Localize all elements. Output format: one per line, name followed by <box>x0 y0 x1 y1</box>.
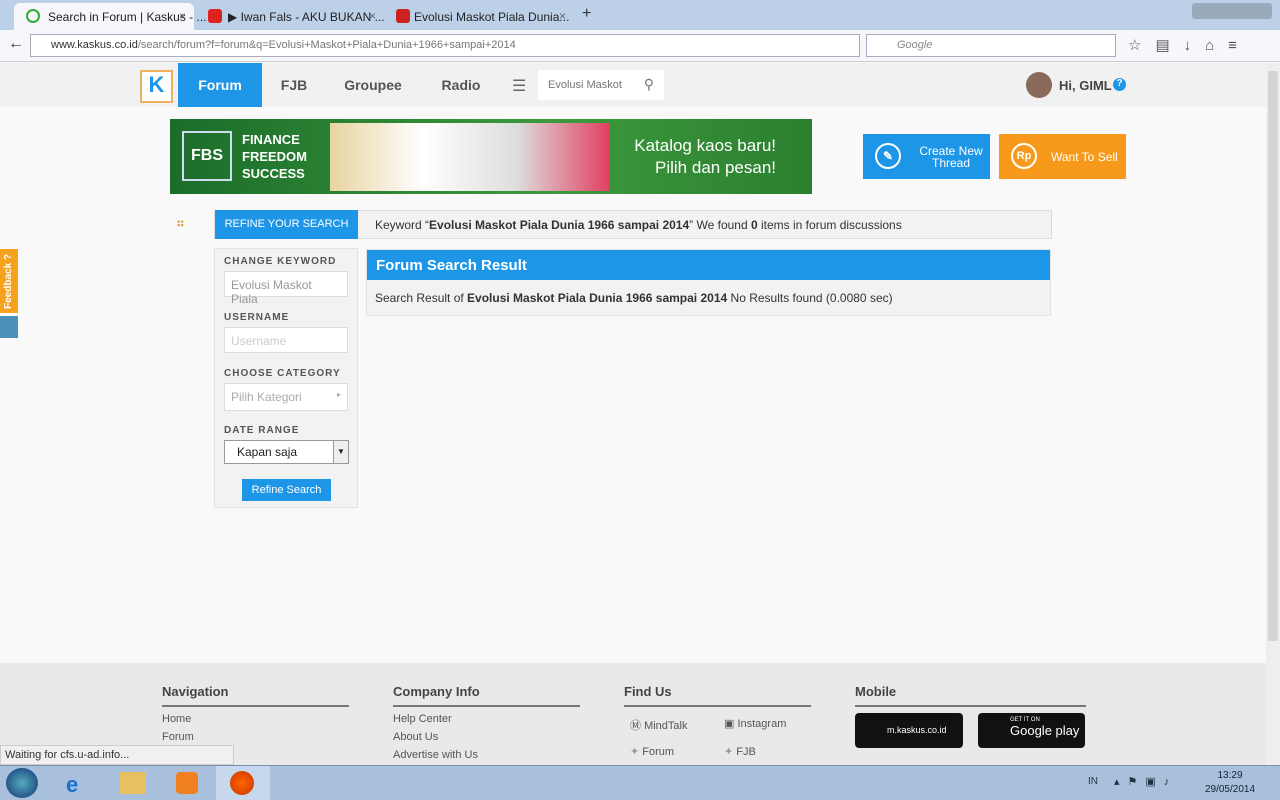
mindtalk-link[interactable]: Ⓜ MindTalk <box>630 717 687 733</box>
nav-fjb[interactable]: FJB <box>272 63 316 107</box>
close-tab-icon[interactable]: × <box>179 9 186 23</box>
page-scrollbar[interactable] <box>1266 63 1280 765</box>
footer-link-advertise[interactable]: Advertise with Us <box>393 749 580 761</box>
media-player-icon[interactable] <box>176 772 198 794</box>
language-indicator[interactable]: IN <box>1088 776 1098 787</box>
create-thread-button[interactable]: ✎ Create New Thread <box>863 134 990 179</box>
clock[interactable]: 13:29 29/05/2014 <box>1202 769 1258 797</box>
date-range-label: DATE RANGE <box>224 425 300 436</box>
tab-kaskus-search[interactable]: Search in Forum | Kaskus - ... × <box>14 3 207 30</box>
new-tab-button[interactable]: + <box>582 5 591 23</box>
mobile-site-button[interactable]: m.kaskus.co.id <box>855 713 963 748</box>
change-keyword-label: CHANGE KEYWORD <box>224 256 337 267</box>
keyword-input[interactable]: Evolusi Maskot Piala <box>224 271 348 306</box>
scrollbar-thumb[interactable] <box>1268 71 1278 641</box>
taskbar: e IN ▴⚑▣♪ 13:29 29/05/2014 <box>0 765 1280 800</box>
status-bar: Waiting for cfs.u-ad.info... <box>0 745 234 765</box>
results-title: Forum Search Result <box>367 250 1050 280</box>
twitter-fjb-link[interactable]: ✦ FJB <box>724 745 756 758</box>
loading-icon <box>26 9 40 23</box>
banner-tshirts-image <box>330 123 610 191</box>
footer-navigation: Navigation Home Forum <box>162 684 349 743</box>
nav-radio[interactable]: Radio <box>436 63 486 107</box>
feedback-tab[interactable]: Feedback ? <box>0 249 18 313</box>
footer-company: Company Info Help Center About Us Advertise… <box>393 684 580 761</box>
back-icon[interactable]: ← <box>8 35 24 53</box>
firefox-taskbar-button[interactable] <box>216 766 270 800</box>
username-label: USERNAME <box>224 312 290 323</box>
start-button[interactable] <box>6 768 38 798</box>
want-to-sell-label: Want To Sell <box>1051 150 1118 164</box>
fbs-logo: FBS <box>182 131 232 181</box>
create-thread-label: Create New Thread <box>919 144 983 170</box>
footer-link-about[interactable]: About Us <box>393 731 580 743</box>
chevron-down-icon[interactable]: ▼ <box>333 441 348 463</box>
footer-find-us: Find Us Ⓜ MindTalk ▣ Instagram ✦ Forum ✦… <box>624 684 811 758</box>
ad-banner[interactable]: FBS FINANCE FREEDOM SUCCESS Katalog kaos… <box>170 119 812 194</box>
avatar[interactable] <box>1026 72 1052 98</box>
twitter-icon: ✦ <box>630 746 640 758</box>
refine-search-tab[interactable]: REFINE YOUR SEARCH <box>215 210 358 239</box>
menu-icon[interactable]: ☰ <box>512 76 526 96</box>
category-label: CHOOSE CATEGORY <box>224 368 341 379</box>
username-input[interactable]: Username <box>224 327 348 353</box>
want-to-sell-button[interactable]: Rp Want To Sell <box>999 134 1126 179</box>
results-message: Search Result of Evolusi Maskot Piala Du… <box>375 291 893 305</box>
site-search-input[interactable]: Evolusi Maskot ⚲ <box>538 70 664 100</box>
firefox-icon <box>230 771 254 795</box>
site-header: K Forum FJB Groupee Radio ☰ Evolusi Mask… <box>0 63 1266 107</box>
close-tab-icon[interactable]: × <box>369 9 376 23</box>
refine-search-button[interactable]: Refine Search <box>242 479 331 501</box>
results-panel: Forum Search Result Search Result of Evo… <box>366 249 1051 316</box>
pencil-icon: ✎ <box>875 143 901 169</box>
explorer-icon[interactable] <box>120 772 146 794</box>
close-tab-icon[interactable]: × <box>559 9 566 23</box>
nav-forum[interactable]: Forum <box>178 63 262 107</box>
instagram-link[interactable]: ▣ Instagram <box>724 717 786 730</box>
twitter-forum-link[interactable]: ✦ Forum <box>630 745 674 758</box>
s-icon <box>396 9 410 23</box>
nav-groupee[interactable]: Groupee <box>340 63 406 107</box>
browser-toolbar: ← www.kaskus.co.id/search/forum?f=forum&… <box>0 30 1280 62</box>
rupiah-icon: Rp <box>1011 143 1037 169</box>
window-controls[interactable] <box>1192 3 1272 19</box>
feedback-extra-icon[interactable] <box>0 316 18 338</box>
footer-mobile: Mobile <box>855 684 1086 707</box>
help-icon[interactable]: ? <box>1113 78 1126 91</box>
grid-handle-icon[interactable]: ⠶ <box>176 216 185 230</box>
url-bar[interactable]: www.kaskus.co.id/search/forum?f=forum&q=… <box>30 34 860 57</box>
kaskus-logo[interactable]: K <box>140 70 173 103</box>
tab-youtube[interactable]: ▶ Iwan Fals - AKU BUKAN ... × <box>198 3 385 30</box>
youtube-icon <box>208 9 222 23</box>
category-select[interactable]: Pilih Kategori ▸ <box>224 383 348 411</box>
footer-link-forum[interactable]: Forum <box>162 731 349 743</box>
keyword-bar: REFINE YOUR SEARCH Keyword “Evolusi Mask… <box>214 210 1052 239</box>
browser-tab-bar: Search in Forum | Kaskus - ... × ▶ Iwan F… <box>0 0 1280 30</box>
search-icon[interactable]: ⚲ <box>644 76 654 93</box>
twitter-icon: ✦ <box>724 746 734 758</box>
google-play-button[interactable]: GET IT ON Google play <box>978 713 1085 748</box>
tab-evolusi[interactable]: Evolusi Maskot Piala Dunia... × <box>388 3 574 30</box>
footer-link-home[interactable]: Home <box>162 713 349 725</box>
ie-icon[interactable]: e <box>66 772 78 798</box>
banner-text: Katalog kaos baru! Pilih dan pesan! <box>634 136 776 177</box>
toolbar-icons[interactable]: ☆▤↓⌂≡ <box>1128 36 1251 54</box>
footer-link-help[interactable]: Help Center <box>393 713 580 725</box>
chevron-right-icon: ▸ <box>336 390 341 399</box>
keyword-summary: Keyword “Evolusi Maskot Piala Dunia 1966… <box>375 218 902 232</box>
banner-tagline: FINANCE FREEDOM SUCCESS <box>242 132 307 181</box>
browser-search-input[interactable]: Google <box>866 34 1116 57</box>
user-greeting[interactable]: Hi, GIML <box>1059 78 1112 93</box>
refine-panel: CHANGE KEYWORD Evolusi Maskot Piala USER… <box>214 248 358 508</box>
tray-icons[interactable]: ▴⚑▣♪ <box>1114 775 1177 788</box>
date-range-select[interactable]: Kapan saja ▼ <box>224 440 349 464</box>
